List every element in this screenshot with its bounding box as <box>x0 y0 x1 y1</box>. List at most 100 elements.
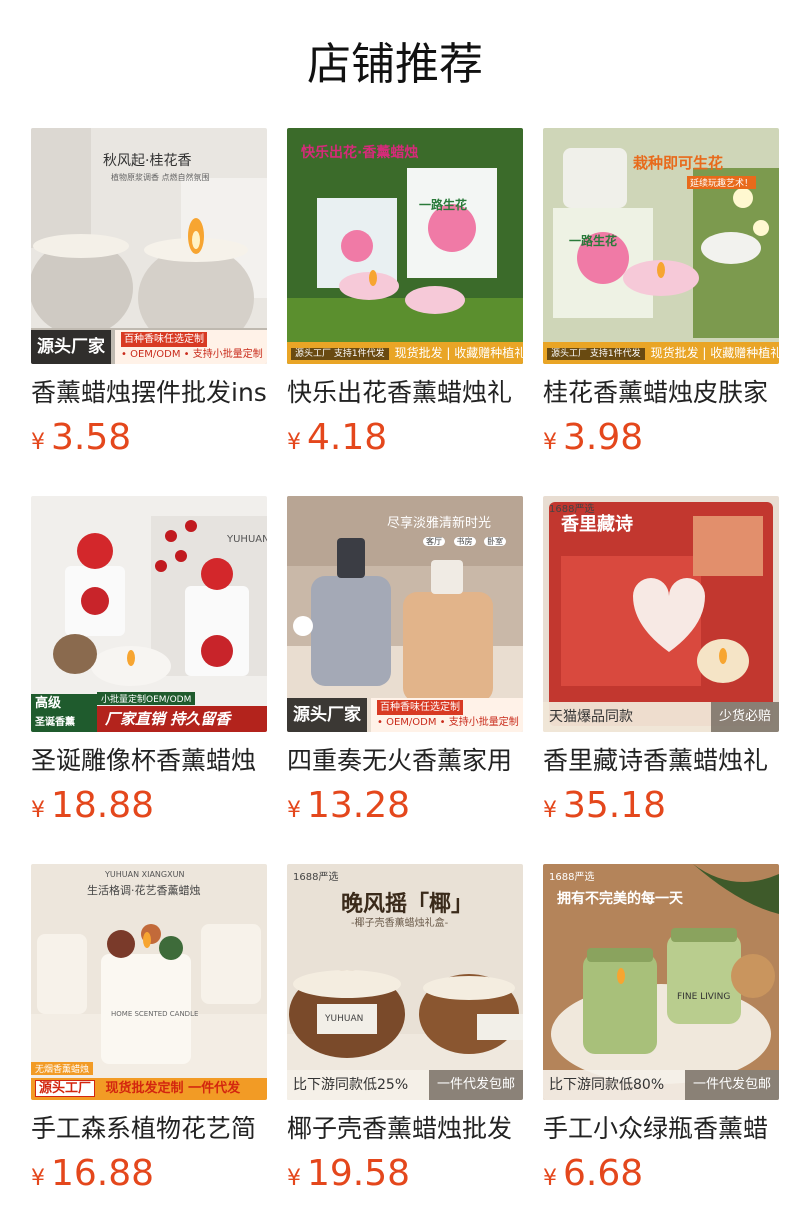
product-name[interactable]: 香里藏诗香薰蜡烛礼 <box>543 744 779 778</box>
promo-left: 天猫爆品同款 <box>549 709 633 725</box>
product-image[interactable]: 1688严选 拥有不完美的每一天 FINE LIVING 比下游同款低80% 一… <box>543 864 779 1100</box>
product-price: ¥18.88 <box>31 784 154 828</box>
image-headline: 秋风起·桂花香 <box>103 153 192 169</box>
currency-symbol: ¥ <box>287 1166 301 1191</box>
currency-symbol: ¥ <box>31 430 45 455</box>
promo-bar: 比下游同款低25% 一件代发包邮 <box>287 1070 523 1100</box>
product-name[interactable]: 圣诞雕像杯香薰蜡烛 <box>31 744 267 778</box>
corner-title-line1: 高级 <box>35 696 62 711</box>
product-image[interactable]: YUHUAN 高级 圣诞香薰 小批量定制OEM/ODM 厂家直销 持久留香 <box>31 496 267 732</box>
price-amount: 35.18 <box>563 785 667 826</box>
promo-text: 现货批发 | 收藏赠种植礼包 <box>650 346 779 360</box>
image-subline: 植物原浆调香 点燃自然氛围 <box>111 173 210 182</box>
brand-label: YUHUAN XIANGXUN <box>105 870 185 879</box>
product-price: ¥3.58 <box>31 416 131 460</box>
price-amount: 6.68 <box>563 1153 644 1194</box>
product-price: ¥3.98 <box>543 416 643 460</box>
product-name[interactable]: 手工小众绿瓶香薰蜡 <box>543 1112 779 1146</box>
price-amount: 19.58 <box>307 1153 411 1194</box>
product-price: ¥19.58 <box>287 1152 410 1196</box>
product-card[interactable]: 尽享淡雅清新时光 客厅 书房 卧室 源头厂家 百种香味任选定制 • OEM/OD… <box>287 496 523 826</box>
product-image[interactable]: 1688严选 晚风摇「椰」 -椰子壳香薰蜡烛礼盒- YUHUAN 比下游同款低2… <box>287 864 523 1100</box>
image-headline: 快乐出花·香薰蜡烛 <box>301 145 419 161</box>
promo-right: 一件代发包邮 <box>684 1070 779 1100</box>
product-image[interactable]: YUHUAN XIANGXUN 生活格调·花艺香薰蜡烛 HOME SCENTED… <box>31 864 267 1100</box>
product-price: ¥4.18 <box>287 416 387 460</box>
promo-bar: 源头工厂 支持1件代发现货批发 | 收藏赠种植礼包 <box>287 342 523 364</box>
currency-symbol: ¥ <box>287 430 301 455</box>
candle-label: HOME SCENTED CANDLE <box>111 1010 199 1018</box>
promo-bar: 源头工厂 现货批发定制 一件代发 <box>31 1078 267 1100</box>
custom-badge-line2: • OEM/ODM • 支持小批量定制 <box>121 349 263 360</box>
product-name[interactable]: 四重奏无火香薰家用 <box>287 744 523 778</box>
custom-badge-line2: • OEM/ODM • 支持小批量定制 <box>377 717 519 728</box>
room-chip: 卧室 <box>484 537 507 546</box>
promo-text: 现货批发定制 一件代发 <box>105 1081 241 1096</box>
promo-bar: 比下游同款低80% 一件代发包邮 <box>543 1070 779 1100</box>
promo-bar: 天猫爆品同款 少货必赔 <box>543 702 779 732</box>
factory-tag: 源头工厂 支持1件代发 <box>291 347 389 360</box>
product-name[interactable]: 桂花香薰蜡烛皮肤家 <box>543 376 779 410</box>
candle-label: YUHUAN <box>325 1014 364 1024</box>
price-amount: 18.88 <box>51 785 155 826</box>
price-amount: 16.88 <box>51 1153 155 1194</box>
candle-label: FINE LIVING <box>677 992 731 1002</box>
promo-text: 厂家直销 持久留香 <box>97 706 267 732</box>
custom-badge-line1: 百种香味任选定制 <box>121 332 207 347</box>
price-amount: 3.98 <box>563 417 644 458</box>
brand-label: YUHUAN <box>227 534 267 545</box>
product-image[interactable]: 秋风起·桂花香 植物原浆调香 点燃自然氛围 源头厂家 百种香味任选定制 • OE… <box>31 128 267 364</box>
box-label: 一路生花 <box>569 234 618 248</box>
product-price: ¥16.88 <box>31 1152 154 1196</box>
room-chip: 客厅 <box>423 537 445 546</box>
room-chip: 书房 <box>453 537 476 546</box>
product-image[interactable]: 尽享淡雅清新时光 客厅 书房 卧室 源头厂家 百种香味任选定制 • OEM/OD… <box>287 496 523 732</box>
currency-symbol: ¥ <box>31 798 45 823</box>
box-label: 一路生花 <box>419 198 468 212</box>
product-name[interactable]: 手工森系植物花艺简 <box>31 1112 267 1146</box>
oem-tag: 小批量定制OEM/ODM <box>97 692 196 705</box>
product-image[interactable]: 1688严选 香里藏诗 天猫爆品同款 少货必赔 <box>543 496 779 732</box>
source-factory-badge: 源头厂家 <box>31 330 111 364</box>
promo-bar: 源头工厂 支持1件代发现货批发 | 收藏赠种植礼包 <box>543 342 779 364</box>
section-title: 店铺推荐 <box>307 39 483 90</box>
image-headline: 生活格调·花艺香薰蜡烛 <box>87 884 201 897</box>
product-card[interactable]: YUHUAN 高级 圣诞香薰 小批量定制OEM/ODM 厂家直销 持久留香 圣诞… <box>31 496 267 826</box>
currency-symbol: ¥ <box>543 1166 557 1191</box>
product-price: ¥6.68 <box>543 1152 643 1196</box>
currency-symbol: ¥ <box>543 798 557 823</box>
small-tag: 无烟香薰蜡烛 <box>31 1062 94 1075</box>
yanxuan-tag: 1688严选 <box>549 872 595 883</box>
promo-right: 一件代发包邮 <box>428 1070 523 1100</box>
factory-tag: 源头工厂 支持1件代发 <box>547 347 645 360</box>
product-name[interactable]: 椰子壳香薰蜡烛批发 <box>287 1112 523 1146</box>
custom-badge-line1: 百种香味任选定制 <box>377 700 463 715</box>
product-card[interactable]: YUHUAN XIANGXUN 生活格调·花艺香薰蜡烛 HOME SCENTED… <box>31 864 267 1194</box>
image-headline: 拥有不完美的每一天 <box>557 891 683 907</box>
source-factory-badge: 源头厂家 <box>287 698 367 732</box>
product-image[interactable]: 快乐出花·香薰蜡烛 一路生花 源头工厂 支持1件代发现货批发 | 收藏赠种植礼包 <box>287 128 523 364</box>
product-price: ¥13.28 <box>287 784 410 828</box>
currency-symbol: ¥ <box>287 798 301 823</box>
image-subline: -椰子壳香薰蜡烛礼盒- <box>351 918 449 929</box>
product-card[interactable]: 1688严选 拥有不完美的每一天 FINE LIVING 比下游同款低80% 一… <box>543 864 779 1194</box>
product-name[interactable]: 香薰蜡烛摆件批发ins <box>31 376 267 410</box>
currency-symbol: ¥ <box>31 1166 45 1191</box>
promo-right: 少货必赔 <box>710 702 779 732</box>
product-price: ¥35.18 <box>543 784 666 828</box>
image-headline: 栽种即可生花 <box>633 154 724 172</box>
product-card[interactable]: 栽种即可生花 延续玩趣艺术！ 一路生花 源头工厂 支持1件代发 现货批发 | 收藏… <box>543 128 779 458</box>
factory-box: 源头工厂 <box>35 1080 96 1097</box>
corner-title: 高级 圣诞香薰 <box>31 694 97 732</box>
corner-title-line2: 圣诞香薰 <box>35 717 75 728</box>
product-card[interactable]: 快乐出花·香薰蜡烛 一路生花 源头工厂 支持1件代发现货批发 | 收藏赠种植礼包… <box>287 128 523 458</box>
currency-symbol: ¥ <box>543 430 557 455</box>
product-image[interactable]: 栽种即可生花 延续玩趣艺术！ 一路生花 源头工厂 支持1件代发 现货批发 | 收藏… <box>543 128 779 364</box>
product-card[interactable]: 秋风起·桂花香 植物原浆调香 点燃自然氛围 源头厂家 百种香味任选定制 • OE… <box>31 128 267 458</box>
image-headline: 尽享淡雅清新时光 <box>387 516 492 531</box>
promo-left: 比下游同款低25% <box>293 1077 409 1093</box>
product-name[interactable]: 快乐出花香薰蜡烛礼 <box>287 376 523 410</box>
product-card[interactable]: 1688严选 香里藏诗 天猫爆品同款 少货必赔 香里藏诗香薰蜡烛礼 ¥35.18 <box>543 496 779 826</box>
room-chips: 客厅 书房 卧室 <box>423 536 507 547</box>
product-card[interactable]: 1688严选 晚风摇「椰」 -椰子壳香薰蜡烛礼盒- YUHUAN 比下游同款低2… <box>287 864 523 1194</box>
